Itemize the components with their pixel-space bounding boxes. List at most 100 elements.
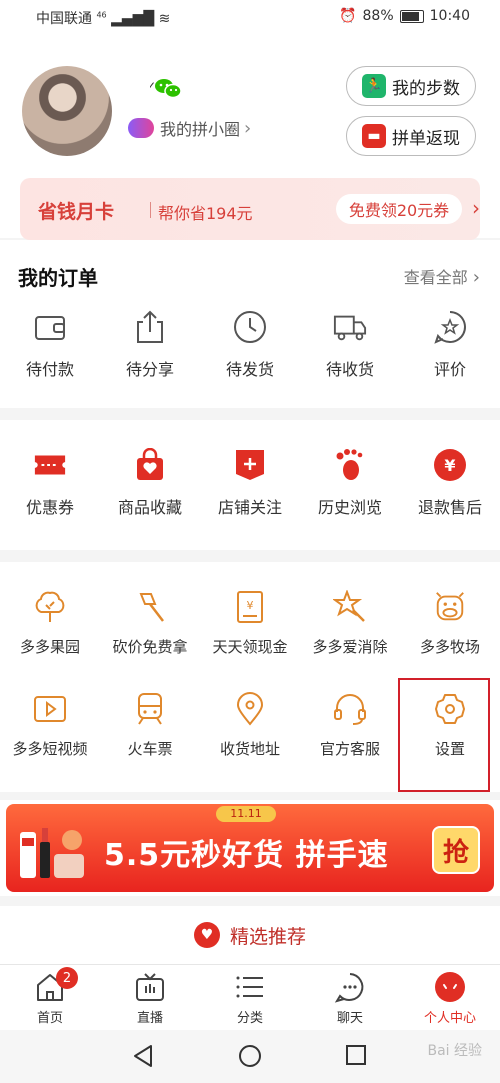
svg-text:¥: ¥ [444, 456, 455, 475]
service-orchard[interactable]: 多多果园 [0, 590, 100, 657]
order-pending-shipment[interactable]: 待发货 [200, 310, 300, 380]
order-review[interactable]: 评价 [400, 310, 500, 380]
avatar[interactable] [22, 66, 112, 156]
monthly-card-title: 省钱月卡 [38, 201, 115, 223]
grab-button[interactable]: 抢 [432, 826, 480, 874]
service-label: 多多短视频 [12, 740, 88, 758]
orders-title: 我的订单 [18, 266, 98, 290]
bottom-tab-bar: 2 首页 直播 分类 聊天 个人中心 [0, 964, 500, 1031]
service-address[interactable]: 收货地址 [200, 692, 300, 759]
promo-tag: 11.11 [216, 806, 276, 822]
recent-apps-icon[interactable] [345, 1044, 367, 1066]
chat-icon [334, 971, 366, 1003]
footprint-icon [333, 448, 367, 482]
order-status-label: 评价 [433, 360, 466, 379]
battery-percent: 88% [362, 8, 394, 24]
wechat-icon: ✓ [150, 76, 184, 100]
service-label: 官方客服 [319, 740, 380, 758]
service-label: 天天领现金 [212, 638, 288, 656]
tab-home[interactable]: 2 首页 [0, 965, 100, 1031]
service-label: 多多爱消除 [312, 638, 388, 656]
group-rebate-label: 拼单返现 [392, 128, 460, 149]
svg-text:¥: ¥ [247, 599, 254, 612]
running-icon: 🏃 [362, 74, 386, 98]
divider [150, 202, 151, 218]
pinxiaoquan-link[interactable]: 我的拼小圈 › [128, 116, 251, 140]
alarm-icon: ⏰ [339, 8, 357, 24]
my-orders-section: 我的订单 查看全部 › 待付款 待分享 待发货 待收货 评价 [0, 240, 500, 408]
service-train-tickets[interactable]: 火车票 [100, 692, 200, 759]
order-pending-payment[interactable]: 待付款 [0, 310, 100, 380]
service-short-video[interactable]: 多多短视频 [0, 692, 100, 759]
signal-icon: ▂▄▆█ [111, 11, 155, 27]
shortcut-coupons[interactable]: 优惠券 [0, 448, 100, 518]
service-label: 砍价免费拿 [112, 638, 188, 656]
tv-icon [134, 971, 166, 1003]
store-follow-icon [233, 448, 267, 482]
shortcut-favorites[interactable]: 商品收藏 [100, 448, 200, 518]
tab-chat[interactable]: 聊天 [300, 965, 400, 1031]
order-status-row: 待付款 待分享 待发货 待收货 评价 [0, 310, 500, 380]
battery-icon [399, 9, 424, 23]
order-status-label: 待付款 [25, 360, 74, 379]
profile-icon [434, 971, 466, 1003]
my-steps-button[interactable]: 🏃 我的步数 [346, 66, 476, 106]
service-label: 多多果园 [19, 638, 80, 656]
tab-categories[interactable]: 分类 [200, 965, 300, 1031]
tab-label: 首页 [36, 1011, 63, 1026]
shortcuts-section: 优惠券 商品收藏 店铺关注 历史浏览 ¥ 退款售后 [0, 420, 500, 550]
star-wand-icon [333, 590, 367, 624]
wifi-icon: ≋ [158, 11, 171, 27]
wallet-icon [33, 310, 67, 344]
service-label: 火车票 [127, 740, 173, 758]
shortcut-label: 退款售后 [417, 498, 482, 517]
free-coupon-button[interactable]: 免费领20元券 [336, 194, 462, 224]
home-circle-icon[interactable] [238, 1044, 262, 1068]
order-pending-share[interactable]: 待分享 [100, 310, 200, 380]
recommended-label: 精选推荐 [229, 925, 306, 948]
shortcut-label: 优惠券 [25, 498, 74, 517]
headset-icon [333, 692, 367, 726]
order-pending-receipt[interactable]: 待收货 [300, 310, 400, 380]
service-match-game[interactable]: 多多爱消除 [300, 590, 400, 657]
view-all-orders-link[interactable]: 查看全部 › [404, 264, 480, 288]
monthly-card-bar[interactable]: 省钱月卡 帮你省194元 免费领20元券 › [20, 178, 480, 240]
tab-profile[interactable]: 个人中心 [400, 965, 500, 1031]
tab-label: 个人中心 [423, 1011, 476, 1026]
settings-highlight-box [398, 678, 490, 792]
shortcut-label: 商品收藏 [117, 498, 182, 517]
service-customer-support[interactable]: 官方客服 [300, 692, 400, 759]
promo-text: 5.5元秒好货 拼手速 [104, 838, 389, 873]
notification-badge: 2 [56, 967, 78, 989]
group-rebate-button[interactable]: ▬ 拼单返现 [346, 116, 476, 156]
tab-live[interactable]: 直播 [100, 965, 200, 1031]
cash-icon: ¥ [233, 590, 267, 624]
coupon-icon [33, 448, 67, 482]
system-nav-bar [0, 1030, 500, 1083]
review-icon [433, 310, 467, 344]
promo-banner[interactable]: 11.11 5.5元秒好货 拼手速 抢 [0, 800, 500, 896]
shortcuts-row: 优惠券 商品收藏 店铺关注 历史浏览 ¥ 退款售后 [0, 448, 500, 518]
back-icon[interactable] [132, 1044, 154, 1068]
share-icon [133, 310, 167, 344]
order-status-label: 待分享 [125, 360, 174, 379]
shortcut-history[interactable]: 历史浏览 [300, 448, 400, 518]
chevron-right-icon: › [244, 117, 252, 139]
location-icon [233, 692, 267, 726]
truck-icon [333, 310, 367, 344]
shortcut-refund[interactable]: ¥ 退款售后 [400, 448, 500, 518]
train-icon [133, 692, 167, 726]
refund-icon: ¥ [433, 448, 467, 482]
shortcut-store-follow[interactable]: 店铺关注 [200, 448, 300, 518]
service-daily-cash[interactable]: ¥ 天天领现金 [200, 590, 300, 657]
status-bar: 中国联通 46 ▂▄▆█ ≋ ⏰ 88% 10:40 [0, 0, 500, 36]
recommended-header: ♥ 精选推荐 [0, 906, 500, 964]
circle-link-label: 我的拼小圈 [160, 120, 241, 139]
clock-time: 10:40 [429, 8, 470, 24]
service-ranch[interactable]: 多多牧场 [400, 590, 500, 657]
service-bargain[interactable]: 砍价免费拿 [100, 590, 200, 657]
shortcut-label: 店铺关注 [217, 498, 282, 517]
service-label: 多多牧场 [419, 638, 480, 656]
network-type: 46 [96, 10, 107, 20]
chevron-right-icon: › [472, 267, 480, 288]
